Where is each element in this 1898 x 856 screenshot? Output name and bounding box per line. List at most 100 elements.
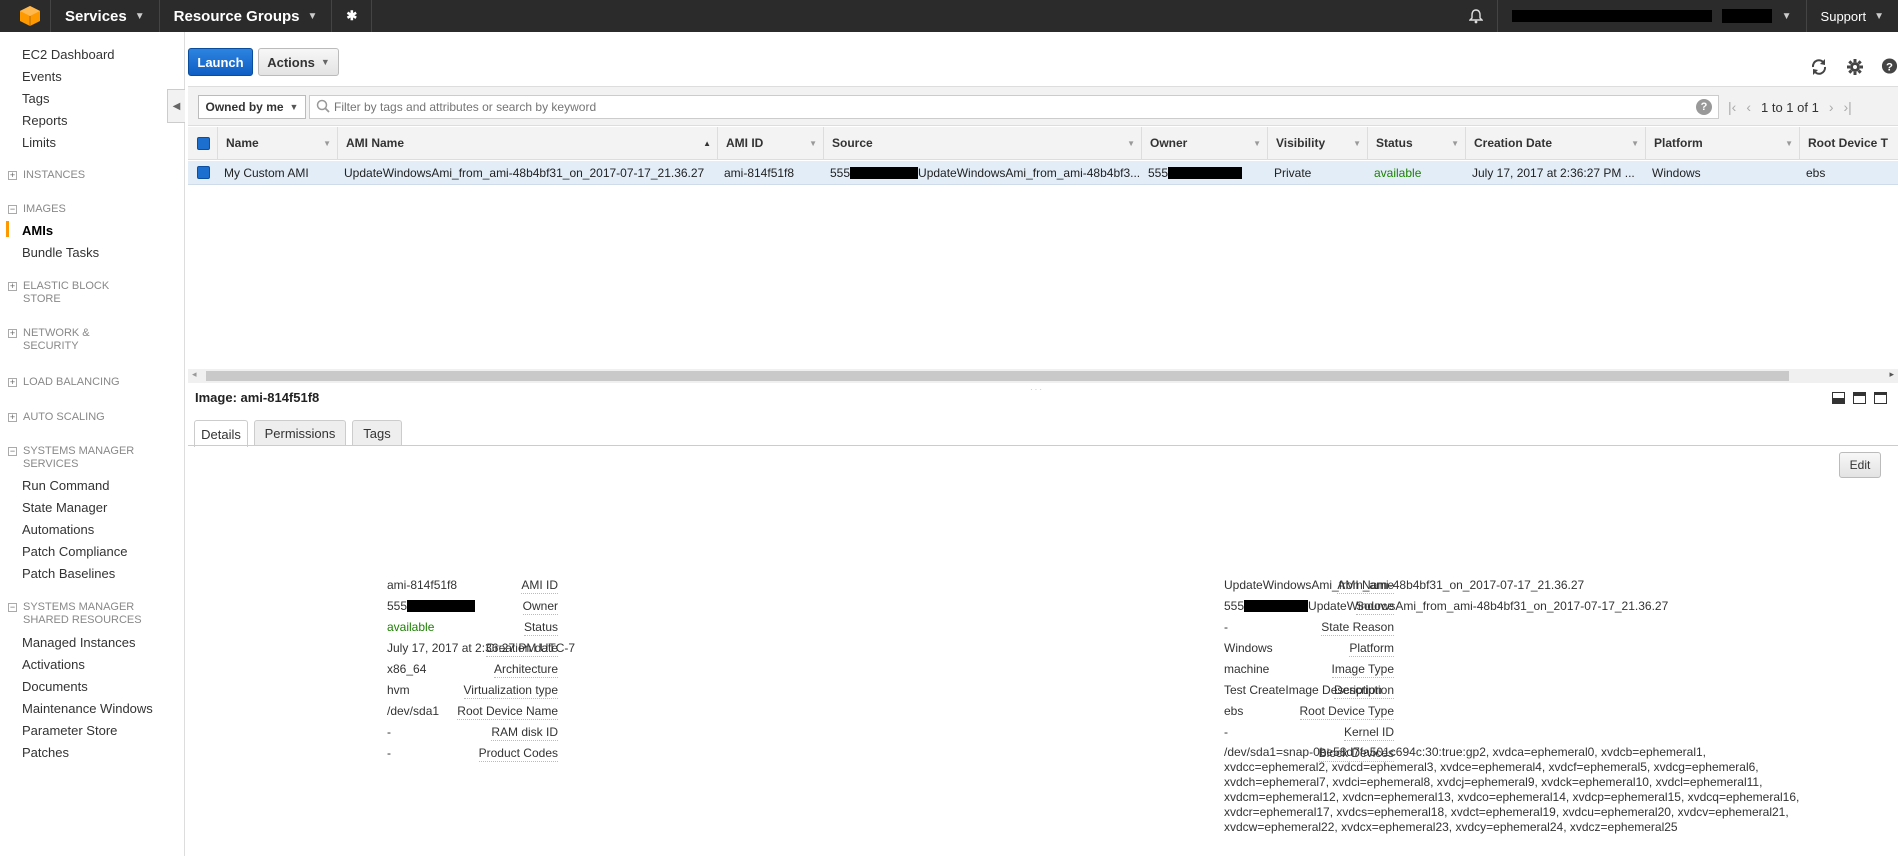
- row-checkbox-cell[interactable]: [188, 161, 218, 184]
- sidebar-item-reports[interactable]: Reports: [22, 113, 68, 128]
- column-header-owner[interactable]: Owner ▼: [1142, 127, 1268, 159]
- sort-icon: ▼: [1353, 138, 1361, 148]
- next-page-icon[interactable]: ›: [1829, 99, 1834, 115]
- column-header-status[interactable]: Status ▼: [1368, 127, 1466, 159]
- sidebar-item-run-command[interactable]: Run Command: [22, 478, 109, 493]
- sidebar-item-activations[interactable]: Activations: [22, 657, 85, 672]
- sidebar-item-documents[interactable]: Documents: [22, 679, 88, 694]
- column-header-visibility[interactable]: Visibility ▼: [1268, 127, 1368, 159]
- owner-prefix: 555: [1148, 165, 1169, 180]
- layout-half-icon[interactable]: [1853, 392, 1866, 404]
- redacted-region: [1721, 9, 1772, 23]
- sidebar-section-instances[interactable]: + INSTANCES: [8, 169, 85, 182]
- column-header-source[interactable]: Source ▼: [824, 127, 1142, 159]
- tab-permissions[interactable]: Permissions: [254, 420, 346, 446]
- column-header-root-device[interactable]: Root Device T: [1800, 127, 1898, 159]
- column-header-platform[interactable]: Platform ▼: [1646, 127, 1800, 159]
- sidebar-section-ssm-shared[interactable]: − SYSTEMS MANAGER SHARED RESOURCES: [8, 601, 158, 627]
- services-menu[interactable]: Services ▼: [51, 0, 159, 32]
- active-indicator: [6, 221, 9, 237]
- sidebar-item-managed-instances[interactable]: Managed Instances: [22, 635, 135, 650]
- support-label: Support: [1820, 8, 1867, 24]
- redacted-account-id: [850, 166, 919, 179]
- sidebar-collapse-button[interactable]: ◀: [167, 89, 185, 123]
- sidebar-item-tags[interactable]: Tags: [22, 91, 49, 106]
- sidebar-item-automations[interactable]: Automations: [22, 522, 94, 537]
- pagination: |‹ ‹ 1 to 1 of 1 › ›|: [1728, 87, 1852, 127]
- chevron-down-icon: ▼: [134, 10, 145, 22]
- cell-visibility: Private: [1274, 165, 1312, 180]
- column-label: Visibility: [1276, 136, 1326, 150]
- value-ami-name: UpdateWindowsAmi_from_ami-48b4bf31_on_20…: [1224, 578, 1585, 592]
- scroll-right-icon[interactable]: ▸: [1889, 369, 1894, 380]
- search-help-icon[interactable]: ?: [1696, 99, 1712, 115]
- first-page-icon[interactable]: |‹: [1728, 99, 1736, 115]
- sidebar-section-network[interactable]: + NETWORK & SECURITY: [8, 327, 118, 353]
- label-architecture: Architecture: [493, 662, 558, 678]
- resource-groups-menu[interactable]: Resource Groups ▼: [160, 0, 332, 32]
- cell-name[interactable]: My Custom AMI: [218, 161, 338, 184]
- tab-details[interactable]: Details: [194, 420, 248, 447]
- aws-logo-icon[interactable]: [10, 0, 50, 32]
- label-kernel-id: Kernel ID: [1343, 725, 1394, 741]
- sidebar-section-ssm[interactable]: − SYSTEMS MANAGER SERVICES: [8, 445, 138, 471]
- sort-icon: ▼: [1451, 138, 1459, 148]
- sidebar-item-bundle-tasks[interactable]: Bundle Tasks: [22, 245, 99, 260]
- page-count: 1 to 1 of 1: [1760, 99, 1819, 115]
- tab-tags[interactable]: Tags: [352, 420, 402, 446]
- help-icon[interactable]: ?: [1881, 57, 1898, 80]
- value-product-codes: -: [387, 746, 391, 760]
- section-label: SYSTEMS MANAGER SERVICES: [23, 445, 135, 470]
- label-image-type: Image Type: [1331, 662, 1394, 678]
- actions-button[interactable]: Actions ▼: [258, 48, 339, 76]
- launch-button[interactable]: Launch: [188, 48, 253, 76]
- gear-icon[interactable]: [1846, 58, 1864, 81]
- resize-handle-icon[interactable]: ···: [1030, 385, 1044, 394]
- column-header-ami-id[interactable]: AMI ID ▼: [718, 127, 824, 159]
- layout-bottom-icon[interactable]: [1832, 392, 1845, 404]
- column-header-name[interactable]: Name ▼: [218, 127, 338, 159]
- sidebar-item-maintenance-windows[interactable]: Maintenance Windows: [22, 701, 153, 716]
- last-page-icon[interactable]: ›|: [1843, 99, 1851, 115]
- sidebar-item-ec2-dashboard[interactable]: EC2 Dashboard: [22, 47, 115, 62]
- table-row[interactable]: My Custom AMI UpdateWindowsAmi_from_ami-…: [188, 161, 1898, 185]
- column-header-ami-name[interactable]: AMI Name ▲: [338, 127, 718, 159]
- source-suffix: UpdateWindowsAmi_from_ami-48b4bf3...: [918, 165, 1141, 180]
- sidebar-item-events[interactable]: Events: [22, 69, 62, 84]
- pin-icon[interactable]: ✱: [332, 0, 371, 32]
- sidebar-item-parameter-store[interactable]: Parameter Store: [22, 723, 117, 738]
- edit-button[interactable]: Edit: [1839, 452, 1881, 478]
- panel-layout-controls: [1832, 392, 1887, 404]
- sidebar-section-images[interactable]: − IMAGES: [8, 203, 66, 216]
- sidebar-item-patch-compliance[interactable]: Patch Compliance: [22, 544, 128, 559]
- select-all-checkbox-cell[interactable]: [188, 127, 218, 159]
- row-checkbox[interactable]: [197, 166, 210, 179]
- scrollbar-thumb[interactable]: [206, 371, 1789, 381]
- column-header-creation-date[interactable]: Creation Date ▼: [1466, 127, 1646, 159]
- sidebar-item-state-manager[interactable]: State Manager: [22, 500, 107, 515]
- sort-asc-icon: ▲: [703, 138, 711, 148]
- bell-icon[interactable]: [1455, 0, 1497, 32]
- support-menu[interactable]: Support ▼: [1807, 0, 1898, 32]
- layout-full-icon[interactable]: [1874, 392, 1887, 404]
- scroll-left-icon[interactable]: ◂: [192, 369, 197, 380]
- cell-owner: 555: [1142, 161, 1268, 184]
- cell-ami-name: UpdateWindowsAmi_from_ami-48b4bf31_on_20…: [344, 165, 705, 180]
- owner-filter-select[interactable]: Owned by me ▼: [198, 95, 306, 119]
- column-label: AMI ID: [726, 136, 764, 150]
- prev-page-icon[interactable]: ‹: [1746, 99, 1751, 115]
- sidebar-item-amis[interactable]: AMIs: [22, 223, 53, 238]
- account-menu[interactable]: ▼: [1498, 0, 1806, 32]
- services-label: Services: [65, 7, 127, 25]
- sidebar-item-patch-baselines[interactable]: Patch Baselines: [22, 566, 115, 581]
- search-box[interactable]: ?: [309, 95, 1719, 119]
- horizontal-scrollbar[interactable]: ◂ ▸: [188, 369, 1898, 383]
- search-input[interactable]: [334, 100, 1696, 114]
- sidebar-item-patches[interactable]: Patches: [22, 745, 69, 760]
- sidebar-section-ebs[interactable]: + ELASTIC BLOCK STORE: [8, 280, 118, 306]
- sidebar-item-limits[interactable]: Limits: [22, 135, 56, 150]
- sidebar-section-auto-scaling[interactable]: + AUTO SCALING: [8, 411, 105, 424]
- refresh-icon[interactable]: [1810, 58, 1828, 81]
- select-all-checkbox[interactable]: [197, 136, 210, 150]
- sidebar-section-load-balancing[interactable]: + LOAD BALANCING: [8, 376, 120, 389]
